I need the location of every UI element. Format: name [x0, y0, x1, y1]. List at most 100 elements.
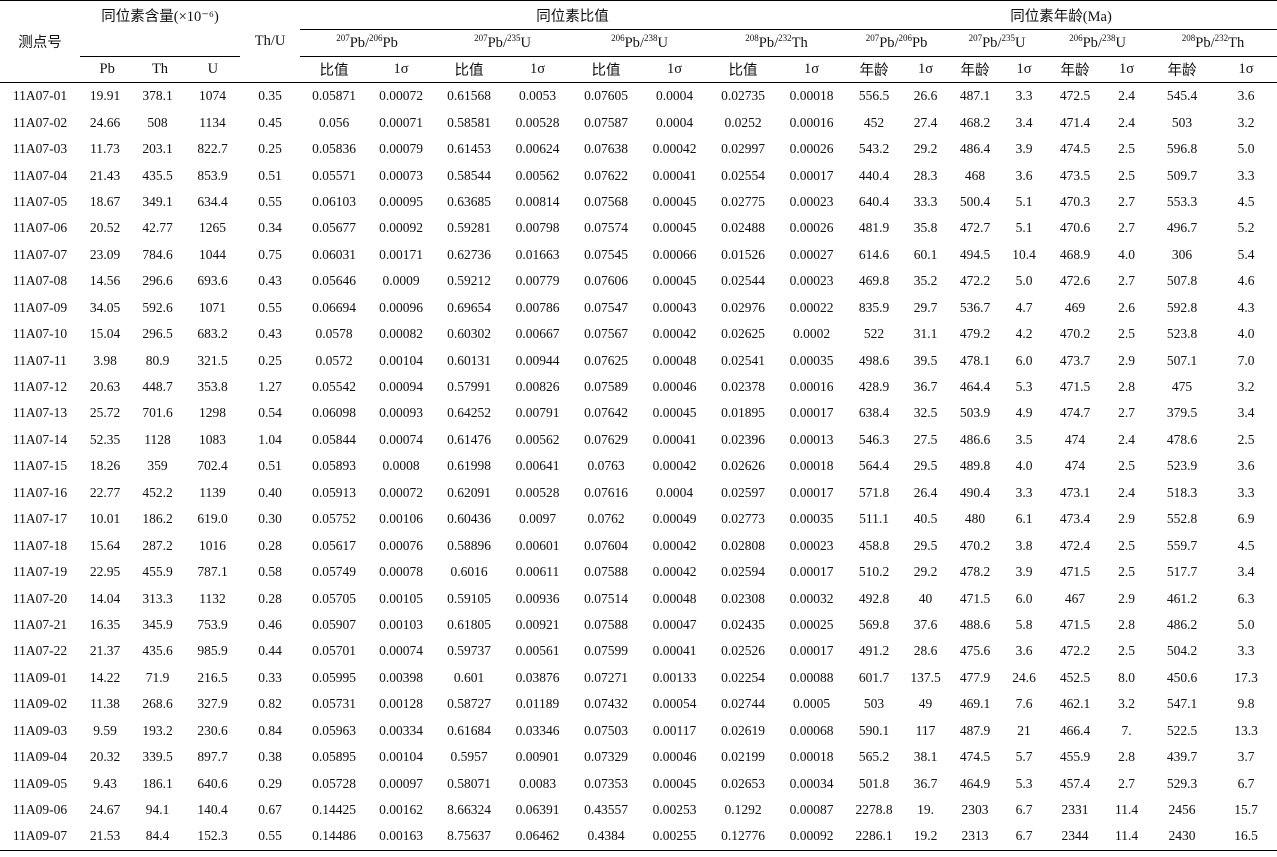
u-content-cell: 702.4 [197, 458, 228, 474]
ratio-sigma-header: 1σ [641, 56, 709, 83]
pb207-u235-ratio-cell: 8.75637 [434, 823, 505, 851]
pb207-pb206-age-sigma-cell: 36.7 [913, 379, 938, 395]
pair-element: U [657, 34, 668, 51]
table-row: 11A09-01 14.22 71.9 216.5 0.33 0.05995 0.00398… [0, 665, 1277, 691]
pb208-th232-age-sigma-cell: 5.0 [1237, 141, 1255, 157]
point-id-cell: 11A09-05 [12, 775, 68, 791]
pb207-pb206-sigma-cell: 0.00072 [379, 484, 423, 500]
pb207-u235-age-sigma-cell: 3.6 [1015, 167, 1033, 183]
table-row: 11A07-11 3.98 80.9 321.5 0.25 0.0572 0.00104 0.… [0, 347, 1277, 373]
pb207-pb206-sigma-cell: 0.00097 [379, 775, 423, 791]
pb207-u235-age-cell: 468.2 [959, 114, 991, 130]
pb208-th232-age-cell: 503 [1171, 114, 1193, 130]
pb208-th232-sigma-cell: 0.00013 [789, 431, 834, 447]
pb208-th232-sigma-cell: 0.00035 [789, 511, 834, 527]
pb208-th232-age-sigma-cell: 3.4 [1237, 405, 1255, 421]
pb206-u238-sigma-cell: 0.00048 [652, 352, 697, 368]
pb207-pb206-age-cell: 543.2 [858, 141, 890, 157]
pb208-th232-age-cell: 496.7 [1166, 220, 1198, 236]
pb207-pb206-age-sigma-cell: 29.2 [913, 564, 938, 580]
u-content-cell: 753.9 [197, 616, 228, 632]
pb207-pb206-ratio-cell: 0.05677 [312, 220, 356, 236]
pair-mass: 206 [898, 32, 913, 43]
pb207-pb206-age-sigma-cell: 35.8 [913, 220, 938, 236]
pb207-u235-age-sigma-cell: 3.4 [1015, 114, 1033, 130]
pb208-th232-ratio-cell: 0.02625 [721, 326, 765, 342]
pb206-u238-age-sigma-cell: 2.5 [1118, 564, 1135, 580]
pb207-pb206-sigma-cell: 0.0008 [382, 458, 420, 474]
th-u-ratio-cell: 0.67 [258, 802, 282, 818]
pb207-pb206-age-cell: 491.2 [858, 643, 890, 659]
pb207-pb206-age-cell: 614.6 [858, 246, 890, 262]
pb-content-cell: 21.37 [89, 643, 121, 659]
ratio-pair-header-1: 207Pb/235U [434, 29, 572, 57]
table-row: 11A07-20 14.04 313.3 1132 0.28 0.05705 0.00105… [0, 585, 1277, 611]
pb206-u238-age-cell: 474.7 [1059, 405, 1091, 421]
u-content-cell: 1083 [199, 431, 227, 447]
pb207-u235-age-sigma-cell: 7.6 [1015, 696, 1033, 712]
point-id-cell: 11A07-12 [12, 379, 68, 395]
pb206-u238-age-sigma-cell: 2.5 [1118, 537, 1135, 553]
pb207-u235-age-sigma-cell: 5.3 [1015, 775, 1033, 791]
pb207-u235-ratio-cell: 0.61476 [447, 431, 491, 447]
pair-mass: 207 [968, 32, 983, 43]
pb207-u235-age-cell: 494.5 [959, 246, 991, 262]
pb208-th232-sigma-cell: 0.00017 [789, 484, 834, 500]
pb208-th232-age-sigma-cell: 6.7 [1237, 775, 1255, 791]
pb206-u238-age-sigma-cell: 2.4 [1118, 88, 1135, 104]
table-header: 测点号 同位素含量(×10⁻⁶) Th/U 同位素比值 同位素年龄(Ma) Pb… [0, 0, 1277, 83]
ratio-pair-header-2: 206Pb/238U [571, 29, 709, 57]
point-id-cell: 11A07-10 [12, 326, 68, 342]
th-u-ratio-cell: 1.27 [258, 379, 282, 395]
pb208-th232-age-sigma-cell: 9.8 [1237, 696, 1255, 712]
pb208-th232-sigma-cell: 0.00017 [789, 643, 834, 659]
pb207-u235-age-cell: 487.1 [959, 88, 991, 104]
pb207-pb206-ratio-cell: 0.05836 [312, 141, 356, 157]
pb-content-cell: 14.22 [89, 669, 121, 685]
pb207-u235-age-cell: 489.8 [959, 458, 991, 474]
pb206-u238-age-cell: 2331 [1061, 802, 1089, 818]
th-content-cell: 359 [147, 458, 168, 474]
pb-content-header: Pb [99, 60, 115, 77]
ratio-pair-header-3: 208Pb/232Th [708, 29, 846, 57]
u-content-cell: 353.8 [197, 379, 228, 395]
pb207-u235-sigma-cell: 0.00562 [515, 431, 560, 447]
pb207-pb206-sigma-cell: 0.0009 [382, 273, 420, 289]
th-u-ratio-cell: 0.29 [258, 775, 282, 791]
pb207-pb206-ratio-cell: 0.05995 [312, 669, 356, 685]
pb207-u235-age-cell: 474.5 [959, 749, 991, 765]
pb208-th232-age-sigma-cell: 13.3 [1234, 722, 1258, 738]
pb206-u238-ratio-cell: 0.07622 [584, 167, 628, 183]
pb208-th232-ratio-cell: 0.02435 [721, 616, 765, 632]
pb-content-cell: 20.52 [89, 220, 121, 236]
ratio-sigma-header: 1σ [778, 56, 846, 83]
pb207-pb206-ratio-cell: 0.05617 [312, 537, 356, 553]
pb206-u238-sigma-cell: 0.00049 [652, 511, 697, 527]
pb206-u238-sigma-cell: 0.00045 [652, 193, 697, 209]
element-labels: Pb Th U [80, 55, 241, 82]
pb206-u238-age-cell: 462.1 [1059, 696, 1091, 712]
table-row: 11A07-22 21.37 435.6 985.9 0.44 0.05701 0.0007… [0, 638, 1277, 664]
pb207-pb206-ratio-cell: 0.05749 [312, 564, 356, 580]
pb207-pb206-age-cell: 458.8 [858, 537, 890, 553]
pb208-th232-ratio-cell: 0.02597 [721, 484, 765, 500]
pair-element: Pb [624, 34, 640, 51]
pb208-th232-age-sigma-cell: 15.7 [1234, 802, 1258, 818]
pb207-pb206-age-sigma-cell: 29.7 [913, 299, 938, 315]
pb206-u238-age-cell: 473.4 [1059, 511, 1091, 527]
pb207-u235-age-cell: 486.4 [959, 141, 991, 157]
th-u-ratio-cell: 0.51 [258, 458, 282, 474]
pb207-pb206-sigma-cell: 0.00074 [379, 643, 423, 659]
pb208-th232-ratio-cell: 0.0252 [724, 114, 762, 130]
u-content-cell: 985.9 [197, 643, 228, 659]
pb208-th232-ratio-cell: 0.02541 [721, 352, 765, 368]
pb207-u235-age-sigma-cell: 6.0 [1015, 352, 1033, 368]
table-row: 11A07-17 10.01 186.2 619.0 0.30 0.05752 0.0010… [0, 506, 1277, 532]
pb208-th232-age-sigma-cell: 17.3 [1234, 669, 1258, 685]
pb207-u235-age-sigma-cell: 5.7 [1015, 749, 1033, 765]
pb-content-cell: 15.64 [89, 537, 121, 553]
table-row: 11A07-01 19.91 378.1 1074 0.35 0.05871 0.00072… [0, 83, 1277, 110]
pb208-th232-ratio-cell: 0.02773 [721, 511, 765, 527]
pb207-u235-age-sigma-cell: 5.0 [1015, 273, 1033, 289]
pb207-u235-age-cell: 472.2 [959, 273, 991, 289]
